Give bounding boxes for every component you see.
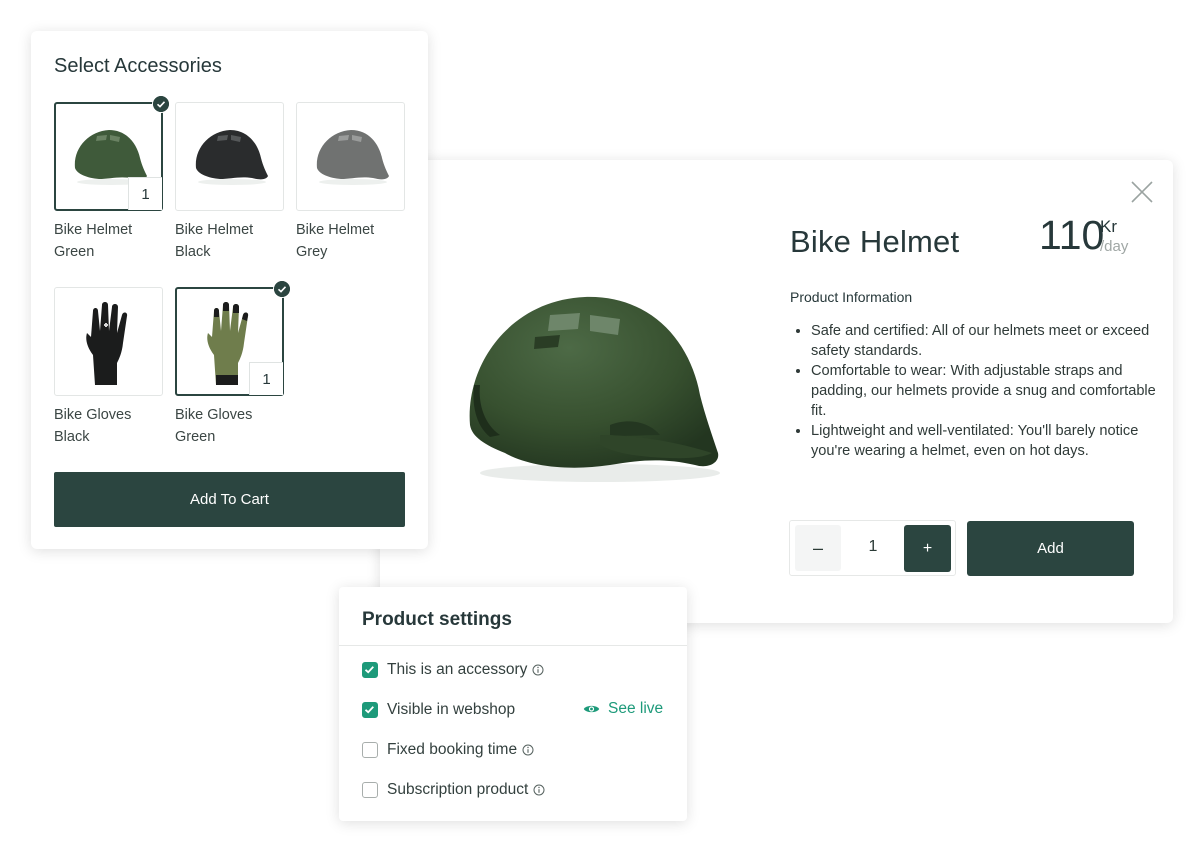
check-icon (152, 95, 170, 113)
accessory-tile-bike-helmet-grey[interactable] (296, 102, 405, 211)
setting-label: Fixed booking time (387, 741, 518, 758)
close-icon[interactable] (1129, 179, 1155, 205)
accessories-card: Select Accessories 1 Bike Helmet Green B… (31, 31, 428, 549)
accessory-tile-bike-helmet-green[interactable]: 1 (54, 95, 170, 211)
accessory-label: Bike Gloves Black (54, 407, 132, 445)
subscription-product-checkbox[interactable] (362, 782, 378, 798)
info-point: Comfortable to wear: With adjustable str… (811, 361, 1161, 421)
decrease-quantity-button[interactable]: – (795, 525, 841, 571)
info-icon[interactable] (533, 784, 545, 796)
setting-subscription-product: Subscription product (362, 780, 545, 800)
price-unit: /day (1100, 238, 1129, 255)
info-point: Safe and certified: All of our helmets m… (811, 321, 1161, 361)
accessory-count: 1 (249, 362, 283, 395)
visible-webshop-checkbox[interactable] (362, 702, 378, 718)
settings-title: Product settings (362, 609, 512, 630)
setting-fixed-booking-time: Fixed booking time (362, 740, 534, 760)
divider (339, 645, 687, 646)
accessory-label: Bike Helmet Grey (296, 222, 375, 260)
glove-icon (85, 301, 127, 385)
see-live-label: See live (608, 700, 664, 717)
setting-label: Subscription product (387, 781, 529, 798)
fixed-booking-time-checkbox[interactable] (362, 742, 378, 758)
product-modal: Bike Helmet 110 Kr /day Product Informat… (380, 160, 1173, 623)
info-icon[interactable] (532, 664, 544, 676)
add-to-cart-button[interactable]: Add To Cart (54, 472, 405, 527)
add-button[interactable]: Add (967, 521, 1134, 576)
setting-label: This is an accessory (387, 661, 528, 678)
accessory-label: Bike Gloves Green (175, 407, 253, 445)
accessories-title: Select Accessories (54, 55, 222, 77)
info-icon[interactable] (522, 744, 534, 756)
accessory-count: 1 (128, 177, 162, 210)
accessory-tile-bike-gloves-green[interactable]: 1 (175, 280, 291, 396)
setting-visible-webshop: Visible in webshop (362, 700, 515, 720)
quantity-value[interactable]: 1 (852, 538, 894, 556)
product-info-heading: Product Information (790, 289, 913, 305)
see-live-link[interactable]: See live (583, 700, 663, 718)
product-settings-card: Product settings This is an accessory Vi… (339, 587, 687, 821)
accessory-label: Bike Helmet Green (54, 222, 133, 260)
increase-quantity-button[interactable]: + (904, 525, 951, 572)
info-point: Lightweight and well-ventilated: You'll … (811, 421, 1161, 461)
accessory-tile-bike-helmet-black[interactable] (175, 102, 284, 211)
setting-label: Visible in webshop (387, 701, 516, 718)
accessory-tile-bike-gloves-black[interactable] (54, 287, 163, 396)
quantity-stepper: – 1 + (789, 520, 956, 576)
accessory-checkbox[interactable] (362, 662, 378, 678)
product-image (469, 296, 720, 482)
eye-icon (583, 705, 600, 713)
check-icon (273, 280, 291, 298)
product-title: Bike Helmet (790, 224, 960, 259)
price-currency: Kr (1100, 217, 1117, 236)
helmet-icon (316, 129, 389, 185)
helmet-icon (195, 129, 268, 185)
setting-accessory: This is an accessory (362, 660, 544, 680)
price-amount: 110 (1039, 212, 1105, 258)
accessory-label: Bike Helmet Black (175, 222, 254, 260)
product-info-list: Safe and certified: All of our helmets m… (790, 321, 1161, 461)
